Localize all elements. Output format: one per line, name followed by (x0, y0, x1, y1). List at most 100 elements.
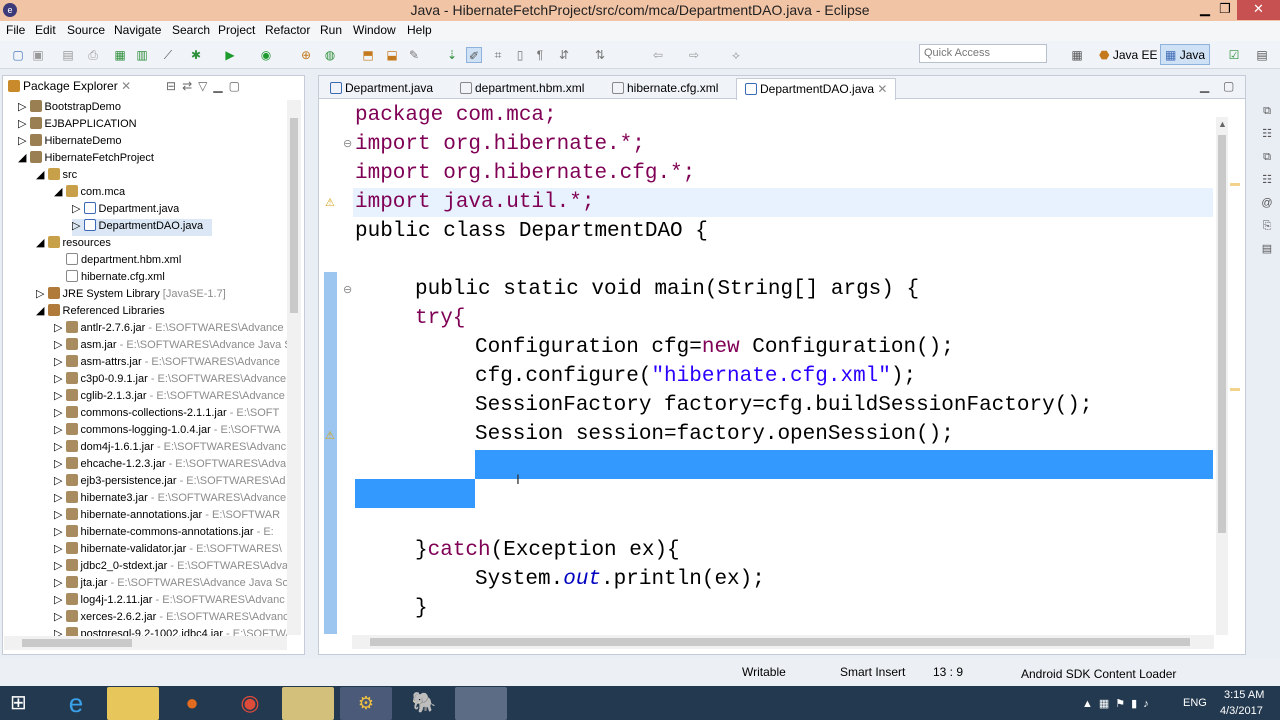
restore-button[interactable]: ❐ (1213, 0, 1237, 20)
debug-icon[interactable]: ✱ (188, 47, 204, 63)
window-task-icon[interactable] (455, 687, 507, 720)
restore-view-icon[interactable]: ⧉ (1259, 100, 1275, 123)
chrome-icon[interactable]: ◉ (224, 687, 276, 720)
system-tray[interactable]: ▲▦⚑▮♪ (1082, 697, 1155, 710)
close-view-icon[interactable]: ✕ (121, 79, 131, 93)
declaration-icon[interactable]: ⎘ (1259, 215, 1275, 238)
back-icon[interactable]: ⇦ (650, 47, 666, 63)
tree-vertical-scrollbar[interactable] (287, 100, 301, 635)
fold-icon[interactable]: ⊖ (343, 137, 352, 150)
ie-icon[interactable]: e (50, 687, 102, 720)
javadoc-icon[interactable]: @ (1259, 192, 1275, 215)
open-type-icon[interactable]: ⬒ (360, 47, 376, 63)
print-icon[interactable]: ⎙ (85, 47, 101, 63)
next-edit-icon[interactable]: ⇵ (556, 47, 572, 63)
tree-item[interactable]: ▷ commons-collections-2.1.1.jar - E:\SOF… (54, 406, 279, 423)
highlight-icon[interactable]: ✐ (466, 47, 482, 63)
tray-chevron-icon[interactable]: ▲ (1082, 698, 1099, 710)
close-button[interactable]: ✕ (1237, 0, 1280, 20)
open-perspective-icon[interactable]: ▦ (1069, 47, 1085, 63)
view-menu-icon[interactable]: ▽ (198, 79, 213, 93)
console-icon[interactable]: ▤ (1259, 238, 1275, 261)
eclipse-task-icon[interactable]: ⚙ (340, 687, 392, 720)
tree-item[interactable]: ▷ hibernate-annotations.jar - E:\SOFTWAR (54, 508, 280, 525)
editor-vertical-scrollbar[interactable]: ▲ (1216, 117, 1228, 635)
tab-department-hbm[interactable]: department.hbm.xml (452, 78, 592, 98)
tab-department-java[interactable]: Department.java (322, 78, 441, 98)
file-explorer-icon[interactable] (107, 687, 159, 720)
tree-item[interactable]: ▷ HibernateDemo (18, 134, 122, 151)
tree-item[interactable]: ▷ xerces-2.6.2.jar - E:\SOFTWARES\Advanc (54, 610, 287, 627)
language-indicator[interactable]: ENG (1183, 697, 1207, 709)
tree-item[interactable]: department.hbm.xml (66, 253, 181, 270)
menu-navigate[interactable]: Navigate (114, 23, 161, 37)
toggle-mark-icon[interactable]: ⌗ (490, 47, 506, 63)
task-list-icon[interactable]: ⧉ (1259, 146, 1275, 169)
menu-edit[interactable]: Edit (35, 23, 56, 37)
tree-item[interactable]: ▷ hibernate-commons-annotations.jar - E: (54, 525, 274, 542)
run-icon[interactable]: ▶ (222, 47, 238, 63)
tree-item[interactable]: ▷ jdbc2_0-stdext.jar - E:\SOFTWARES\Adva (54, 559, 287, 576)
tray-signal-icon[interactable]: ▮ (1131, 698, 1143, 710)
whitespace-icon[interactable]: ¶ (532, 47, 548, 63)
menu-source[interactable]: Source (67, 23, 105, 37)
menu-run[interactable]: Run (320, 23, 342, 37)
tree-item[interactable]: ▷ ehcache-1.2.3.jar - E:\SOFTWARES\Adva (54, 457, 286, 474)
collapse-all-icon[interactable]: ⊟ (166, 79, 182, 93)
menu-search[interactable]: Search (172, 23, 210, 37)
tree-item[interactable]: ▷ JRE System Library [JavaSE-1.7] (36, 287, 226, 304)
tray-network-icon[interactable]: ▦ (1099, 698, 1115, 710)
new-package-icon[interactable]: ◍ (322, 47, 338, 63)
open-task-icon[interactable]: ⬓ (384, 47, 400, 63)
tray-flag-icon[interactable]: ⚑ (1115, 698, 1131, 710)
tree-item[interactable]: ▷ EJBAPPLICATION (18, 117, 137, 134)
maximize-view-icon[interactable]: ▢ (229, 79, 246, 93)
quick-access-input[interactable]: Quick Access (919, 44, 1047, 63)
postgres-icon[interactable]: 🐘 (398, 687, 450, 720)
menu-refactor[interactable]: Refactor (265, 23, 310, 37)
tree-item[interactable]: ◢ com.mca (54, 185, 125, 202)
clock-time[interactable]: 3:15 AM (1224, 689, 1264, 701)
tree-item[interactable]: ▷ cglib-2.1.3.jar - E:\SOFTWARES\Advance (54, 389, 285, 406)
extra-perspective-icon[interactable]: ☑ (1226, 47, 1242, 63)
forward-icon[interactable]: ⇨ (686, 47, 702, 63)
start-button-icon[interactable]: ⊞ (10, 693, 34, 713)
tree-item[interactable]: ◢ Referenced Libraries (36, 304, 165, 321)
perspective-more-icon[interactable]: ▤ (1254, 47, 1270, 63)
tree-horizontal-scrollbar[interactable] (4, 636, 287, 650)
perspective-java-ee[interactable]: ⬣ Java EE (1094, 44, 1163, 65)
tree-item[interactable]: ▷ ejb3-persistence.jar - E:\SOFTWARES\Ad (54, 474, 286, 491)
prev-edit-icon[interactable]: ⇅ (592, 47, 608, 63)
tree-item-selected[interactable]: ▷ DepartmentDAO.java (72, 219, 212, 236)
clock-date[interactable]: 4/3/2017 (1220, 705, 1263, 717)
code-content[interactable]: package com.mca; import org.hibernate.*;… (355, 101, 1093, 623)
next-annotation-icon[interactable]: ⇣ (444, 47, 460, 63)
perspective-java[interactable]: ▦ Java (1160, 44, 1211, 65)
tree-item[interactable]: ▷ c3p0-0.9.1.jar - E:\SOFTWARES\Advance (54, 372, 286, 389)
tree-item[interactable]: ◢ resources (36, 236, 111, 253)
view-toolbar[interactable]: ⊟⇄▽▁▢ (166, 79, 246, 93)
minimize-view-icon[interactable]: ▁ (213, 79, 228, 93)
tree-item[interactable]: ▷ hibernate-validator.jar - E:\SOFTWARES… (54, 542, 282, 559)
fold-icon[interactable]: ⊖ (343, 283, 352, 296)
tree-item[interactable]: ▷ hibernate3.jar - E:\SOFTWARES\Advance (54, 491, 286, 508)
menu-file[interactable]: File (6, 23, 25, 37)
tree-item[interactable]: ◢ HibernateFetchProject (18, 151, 154, 168)
build-icon[interactable]: ▦ (112, 47, 128, 63)
new-class-icon[interactable]: ⊕ (298, 47, 314, 63)
tree-item[interactable]: ▷ Department.java (72, 202, 179, 219)
run-config-icon[interactable]: ◉ (258, 47, 274, 63)
save-all-icon[interactable]: ▤ (60, 47, 76, 63)
tree-item[interactable]: ▷ dom4j-1.6.1.jar - E:\SOFTWARES\Advanc (54, 440, 286, 457)
problems-icon[interactable]: ☷ (1259, 169, 1275, 192)
outline-icon[interactable]: ☷ (1259, 123, 1275, 146)
tray-volume-icon[interactable]: ♪ (1143, 698, 1155, 710)
server-icon[interactable]: ▥ (134, 47, 150, 63)
menu-project[interactable]: Project (218, 23, 255, 37)
firefox-icon[interactable]: ● (166, 687, 218, 720)
pin-icon[interactable]: ⟡ (728, 47, 744, 63)
notes-icon[interactable] (282, 687, 334, 720)
tree-item[interactable]: ▷ log4j-1.2.11.jar - E:\SOFTWARES\Advanc (54, 593, 285, 610)
tree-item[interactable]: ▷ BootstrapDemo (18, 100, 121, 117)
block-select-icon[interactable]: ▯ (512, 47, 528, 63)
